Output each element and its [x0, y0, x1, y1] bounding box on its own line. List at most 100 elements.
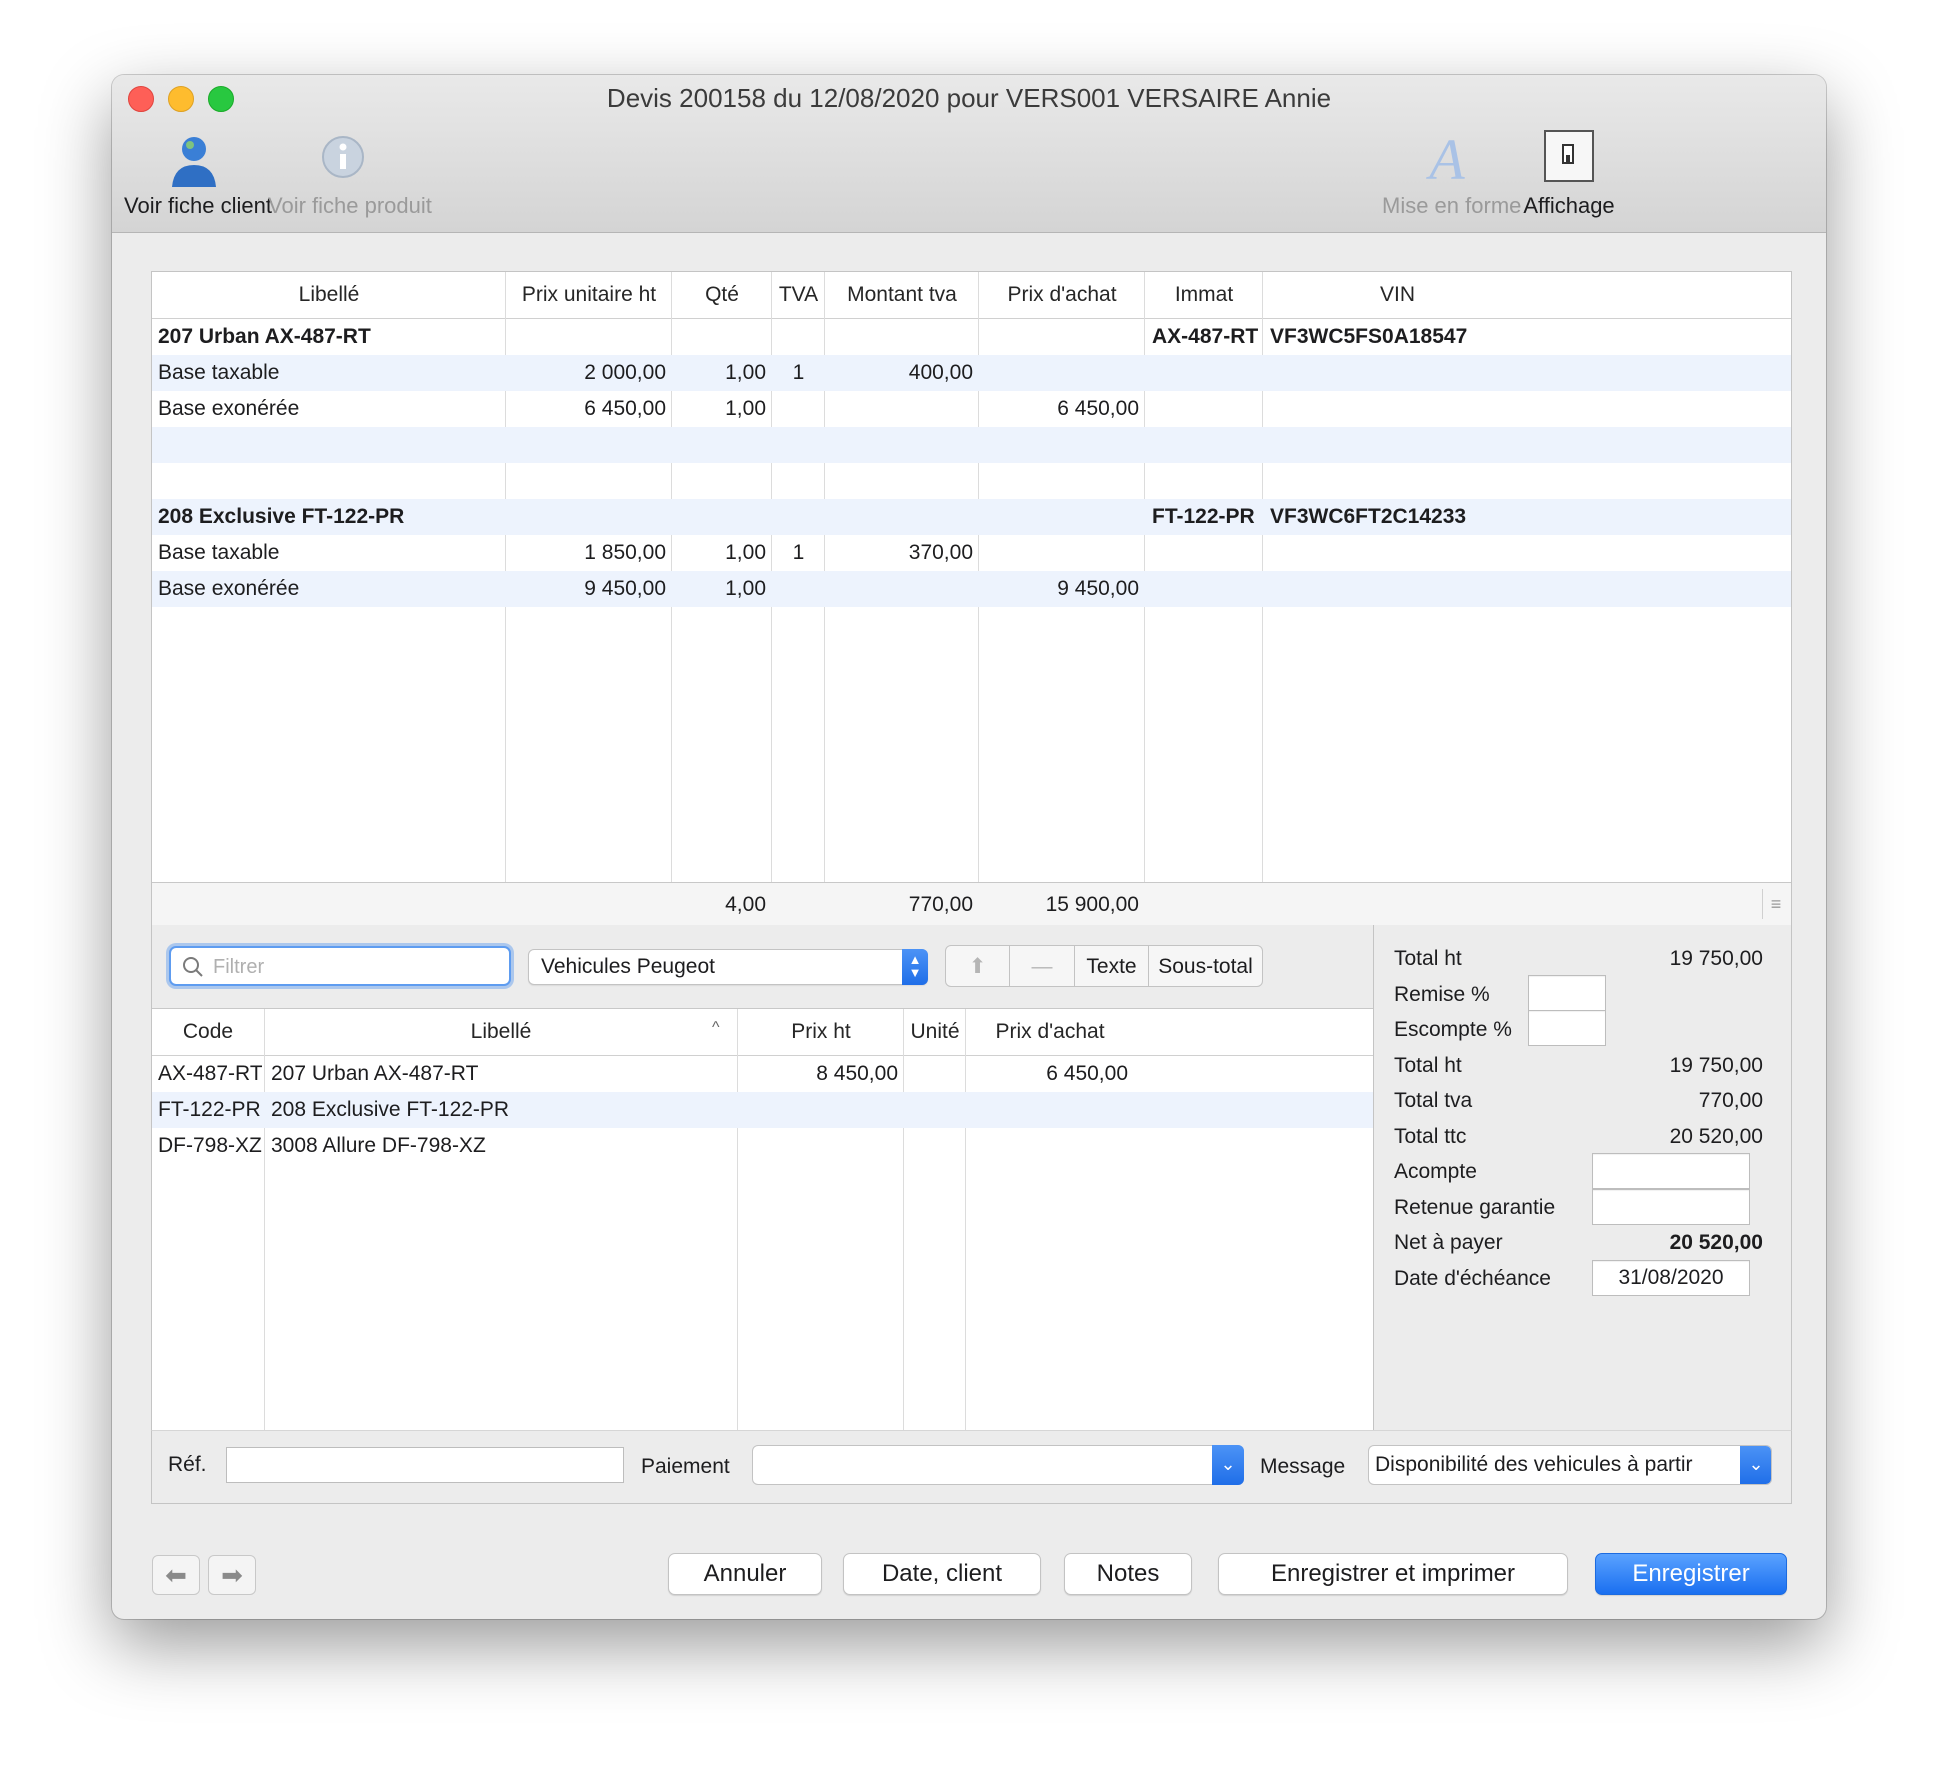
quote-window: Devis 200158 du 12/08/2020 pour VERS001 … [112, 75, 1826, 1619]
ref-input[interactable] [226, 1447, 624, 1483]
header-unite[interactable]: Unité [904, 1009, 966, 1055]
search-icon [183, 957, 203, 977]
enregistrer-button[interactable]: Enregistrer [1595, 1553, 1787, 1595]
cell-prix: 6 450,00 [584, 397, 666, 420]
totals-panel: Total ht 19 750,00 Remise % Escompte % T… [1374, 925, 1791, 1430]
cell-tva: 1 [792, 361, 805, 384]
previous-button[interactable]: ⬅ [152, 1555, 200, 1595]
voir-fiche-produit-label: Voir fiche produit [268, 193, 432, 218]
cell-code: AX-487-RT [158, 1062, 262, 1085]
notes-button[interactable]: Notes [1064, 1553, 1192, 1595]
date-echeance-label: Date d'échéance [1394, 1267, 1551, 1290]
date-echeance-input[interactable]: 31/08/2020 [1592, 1260, 1750, 1296]
cell-qte: 1,00 [725, 397, 766, 420]
cell-libelle: Base taxable [158, 361, 280, 384]
retenue-garantie-input[interactable] [1592, 1189, 1750, 1225]
header-prix-unitaire[interactable]: Prix unitaire ht [506, 272, 672, 318]
info-icon [313, 127, 373, 193]
cell-immat: AX-487-RT [1152, 325, 1259, 348]
product-row[interactable]: AX-487-RT 207 Urban AX-487-RT 8 450,00 6… [152, 1056, 1373, 1092]
cell-libelle: 207 Urban AX-487-RT [271, 1062, 479, 1085]
column-menu-icon[interactable]: ≡ [1762, 889, 1789, 919]
table-row[interactable]: 207 Urban AX-487-RT AX-487-RT VF3WC5FS0A… [152, 319, 1791, 355]
table-row[interactable]: 208 Exclusive FT-122-PR FT-122-PR VF3WC6… [152, 499, 1791, 535]
cell-libelle: 207 Urban AX-487-RT [158, 325, 371, 348]
retenue-garantie-label: Retenue garantie [1394, 1196, 1556, 1219]
header-prix-ht[interactable]: Prix ht [738, 1009, 904, 1055]
table-row[interactable]: Base exonérée 6 450,00 1,00 6 450,00 [152, 391, 1791, 427]
header-vin[interactable]: VIN [1263, 272, 1791, 318]
next-button[interactable]: ➡ [208, 1555, 256, 1595]
table-row[interactable]: Base exonérée 9 450,00 1,00 9 450,00 [152, 571, 1791, 607]
footer-qte: 4,00 [725, 893, 766, 916]
header-tva[interactable]: TVA [772, 272, 825, 318]
header-prix-achat[interactable]: Prix d'achat [966, 1009, 1134, 1055]
font-icon: A [1417, 127, 1477, 193]
remise-input[interactable] [1528, 975, 1606, 1011]
product-list-header: Code Libellé ^ Prix ht Unité Prix d'acha… [152, 1009, 1373, 1056]
move-up-button[interactable]: ⬆ [945, 945, 1010, 987]
paiement-label: Paiement [641, 1455, 730, 1478]
mise-en-forme-button[interactable]: A Mise en forme [1382, 127, 1522, 219]
net-a-payer-label: Net à payer [1394, 1231, 1503, 1254]
header-prix-achat[interactable]: Prix d'achat [979, 272, 1145, 318]
mise-en-forme-label: Mise en forme [1382, 193, 1522, 218]
sous-total-button[interactable]: Sous-total [1148, 945, 1263, 987]
table-row[interactable]: Base taxable 1 850,00 1,00 1 370,00 [152, 535, 1791, 571]
header-libelle[interactable]: Libellé [264, 1009, 738, 1055]
total-ht-label: Total ht [1394, 947, 1462, 970]
product-catalog-panel: Vehicules Peugeot ▲▼ ⬆ — Texte Sous-tota… [152, 925, 1374, 1431]
header-code[interactable]: Code [152, 1009, 264, 1055]
product-row[interactable]: FT-122-PR 208 Exclusive FT-122-PR [152, 1092, 1373, 1128]
annuler-button[interactable]: Annuler [668, 1553, 822, 1595]
cell-prix-ht: 8 450,00 [816, 1062, 898, 1085]
total-tva-label: Total tva [1394, 1089, 1473, 1112]
table-row[interactable] [152, 463, 1791, 499]
header-montant-tva[interactable]: Montant tva [825, 272, 979, 318]
cell-tva: 1 [792, 541, 805, 564]
header-immat[interactable]: Immat [1145, 272, 1263, 318]
message-select-value: Disponibilité des vehicules à partir [1375, 1453, 1693, 1476]
message-label: Message [1260, 1455, 1346, 1478]
cell-libelle: Base exonérée [158, 397, 300, 420]
cell-libelle: Base taxable [158, 541, 280, 564]
cell-code: DF-798-XZ [158, 1134, 262, 1157]
acompte-label: Acompte [1394, 1160, 1477, 1183]
cell-prix-achat: 9 450,00 [1057, 577, 1139, 600]
enregistrer-imprimer-button[interactable]: Enregistrer et imprimer [1218, 1553, 1568, 1595]
lower-panel: Vehicules Peugeot ▲▼ ⬆ — Texte Sous-tota… [151, 925, 1792, 1431]
remise-label: Remise % [1394, 983, 1490, 1006]
paiement-select[interactable]: ⌄ [752, 1445, 1244, 1485]
escompte-input[interactable] [1528, 1010, 1606, 1046]
cell-immat: FT-122-PR [1152, 505, 1255, 528]
product-row[interactable]: DF-798-XZ 3008 Allure DF-798-XZ [152, 1128, 1373, 1164]
product-list: Code Libellé ^ Prix ht Unité Prix d'acha… [152, 1008, 1373, 1431]
table-totals-row: 4,00 770,00 15 900,00 ≡ [152, 882, 1791, 927]
message-select[interactable]: Disponibilité des vehicules à partir ⌄ [1368, 1445, 1772, 1485]
arrow-up-icon: ⬆ [968, 955, 987, 978]
header-qte[interactable]: Qté [672, 272, 772, 318]
header-libelle[interactable]: Libellé [152, 272, 506, 318]
table-row[interactable]: Base taxable 2 000,00 1,00 1 400,00 [152, 355, 1791, 391]
footer-montant-tva: 770,00 [908, 893, 973, 916]
chevron-down-icon: ⌄ [1740, 1446, 1771, 1484]
filter-field[interactable] [169, 946, 511, 986]
window-title: Devis 200158 du 12/08/2020 pour VERS001 … [606, 83, 1332, 113]
voir-fiche-produit-button[interactable]: Voir fiche produit [268, 127, 432, 219]
cell-montant-tva: 370,00 [908, 541, 973, 564]
quote-lines-table: Libellé Prix unitaire ht Qté TVA Montant… [151, 271, 1792, 927]
texte-button[interactable]: Texte [1074, 945, 1149, 987]
filter-input[interactable] [211, 948, 495, 986]
date-client-button[interactable]: Date, client [843, 1553, 1041, 1595]
display-switch-icon [1539, 127, 1599, 193]
svg-text:A: A [1425, 127, 1465, 192]
affichage-button[interactable]: Affichage [1516, 127, 1622, 219]
voir-fiche-client-button[interactable]: Voir fiche client [124, 127, 272, 219]
remove-line-button[interactable]: — [1009, 945, 1075, 987]
cell-libelle: 208 Exclusive FT-122-PR [271, 1098, 510, 1121]
chevron-down-icon: ⌄ [1212, 1445, 1244, 1485]
category-select[interactable]: Vehicules Peugeot ▲ ▼ [528, 949, 928, 985]
acompte-input[interactable] [1592, 1153, 1750, 1189]
cell-vin: VF3WC6FT2C14233 [1270, 505, 1467, 528]
table-row[interactable] [152, 427, 1791, 463]
